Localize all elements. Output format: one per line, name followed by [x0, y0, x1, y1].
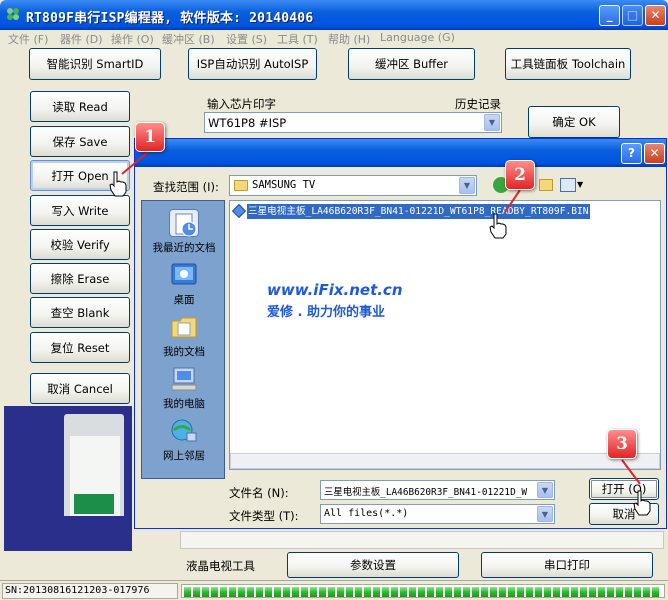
step-badge-1: 1	[135, 122, 165, 152]
callout-arrows	[121, 151, 641, 485]
hand-cursor-icon	[109, 171, 127, 197]
step-badge-2: 2	[505, 160, 535, 190]
hand-cursor-icon	[489, 213, 507, 239]
hand-cursor-icon	[633, 490, 651, 516]
step-badge-3: 3	[607, 429, 637, 459]
